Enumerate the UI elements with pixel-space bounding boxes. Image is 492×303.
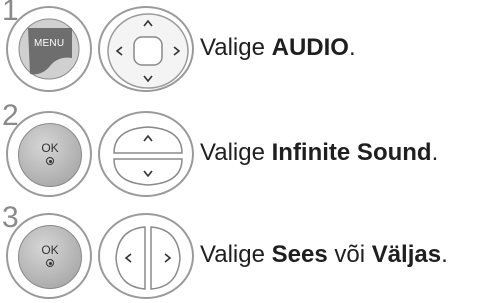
left-right-navigation-pad[interactable] — [98, 213, 194, 299]
ok-button[interactable]: OK — [6, 213, 92, 299]
step-3: 3 OK Valige Sees või Väljas. — [0, 203, 492, 303]
menu-button-label: MENU — [34, 38, 65, 49]
four-way-navigation-icon — [107, 13, 189, 89]
step-2-instruction: Valige Infinite Sound. — [200, 139, 439, 166]
left-right-navigation-icon — [115, 226, 181, 290]
ok-button-icon: OK — [18, 123, 82, 187]
menu-button[interactable]: MENU — [6, 6, 92, 92]
four-way-navigation-pad[interactable] — [98, 6, 194, 92]
ok-button-label: OK — [41, 243, 59, 257]
ok-button[interactable]: OK — [6, 111, 92, 197]
step-2: 2 OK Valige Infinite Sound. — [0, 101, 492, 201]
menu-button-icon: MENU — [18, 18, 80, 80]
up-down-navigation-pad[interactable] — [98, 111, 194, 197]
ok-button-icon: OK — [18, 225, 82, 289]
up-down-navigation-icon — [113, 126, 183, 186]
ok-button-label: OK — [41, 141, 59, 155]
step-1: 1 MENU Valige AUDIO. — [0, 0, 492, 96]
step-1-instruction: Valige AUDIO. — [200, 34, 356, 61]
step-3-instruction: Valige Sees või Väljas. — [200, 241, 448, 268]
